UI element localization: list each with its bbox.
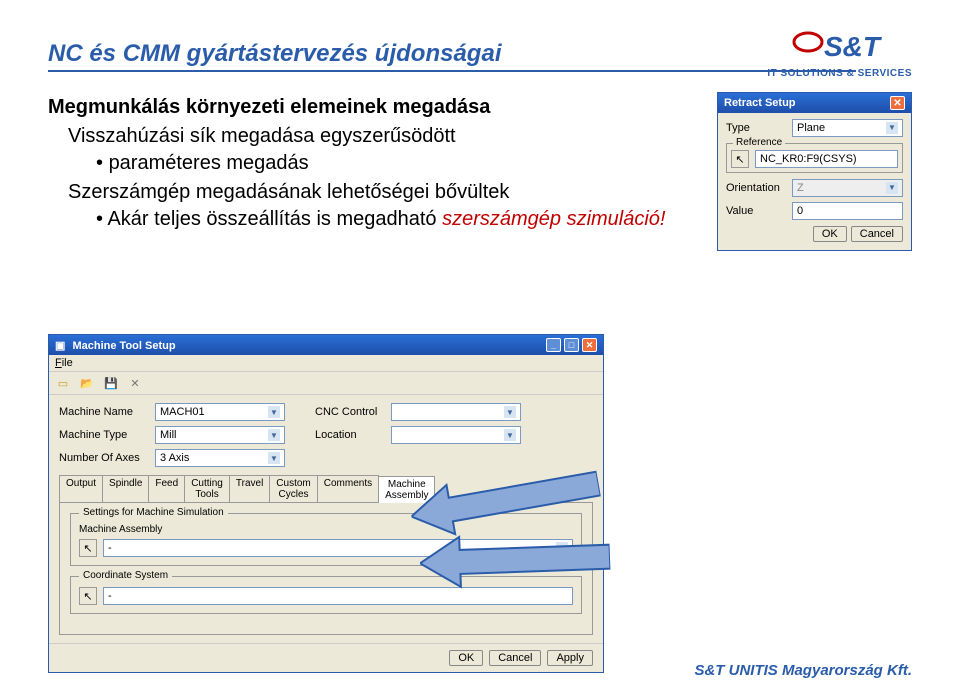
value-label: Value bbox=[726, 205, 786, 217]
reference-pick-button[interactable]: ↖ bbox=[731, 150, 749, 168]
cancel-button[interactable]: Cancel bbox=[851, 226, 903, 242]
type-label: Type bbox=[726, 122, 786, 134]
retract-setup-dialog: Retract Setup ✕ Type Plane ▼ Reference ↖… bbox=[717, 92, 912, 251]
apply-button[interactable]: Apply bbox=[547, 650, 593, 666]
ok-button[interactable]: OK bbox=[813, 226, 847, 242]
menu-bar: File bbox=[49, 355, 603, 372]
chevron-down-icon: ▼ bbox=[886, 182, 898, 194]
machine-assembly-value: - bbox=[108, 542, 112, 554]
mt-titlebar: ▣ Machine Tool Setup _ □ ✕ bbox=[49, 335, 603, 355]
value-value: 0 bbox=[797, 204, 803, 218]
machine-assembly-pick[interactable]: ↖ bbox=[79, 539, 97, 557]
close-button[interactable]: ✕ bbox=[582, 338, 597, 352]
retract-title: Retract Setup bbox=[724, 97, 796, 109]
close-button[interactable]: ✕ bbox=[890, 96, 905, 110]
tab-travel[interactable]: Travel bbox=[229, 475, 270, 502]
delete-icon[interactable]: ✕ bbox=[127, 375, 143, 391]
machine-type-field[interactable]: Mill ▼ bbox=[155, 426, 285, 444]
simulation-settings-label: Settings for Machine Simulation bbox=[79, 507, 228, 518]
type-dropdown[interactable]: Plane ▼ bbox=[792, 119, 903, 137]
orientation-dropdown[interactable]: Z ▼ bbox=[792, 179, 903, 197]
bullet-1-text: paraméteres megadás bbox=[109, 152, 309, 174]
mt-app-icon: ▣ bbox=[55, 340, 65, 352]
toolbar: ▭ 📂 💾 ✕ bbox=[49, 372, 603, 395]
axes-label: Number Of Axes bbox=[59, 452, 149, 464]
value-input[interactable]: 0 bbox=[792, 202, 903, 220]
bullet-2b: szerszámgép szimuláció! bbox=[442, 208, 665, 230]
header-rule bbox=[48, 70, 856, 72]
maximize-button[interactable]: □ bbox=[564, 338, 579, 352]
cancel-button[interactable]: Cancel bbox=[489, 650, 541, 666]
orientation-value: Z bbox=[797, 181, 804, 195]
page-title: NC és CMM gyártástervezés újdonságai bbox=[48, 40, 501, 68]
reference-value: NC_KR0:F9(CSYS) bbox=[760, 152, 857, 166]
chevron-down-icon: ▼ bbox=[504, 406, 516, 418]
coordinate-system-label: Coordinate System bbox=[79, 570, 172, 581]
minimize-button[interactable]: _ bbox=[546, 338, 561, 352]
tab-output[interactable]: Output bbox=[59, 475, 103, 502]
retract-titlebar: Retract Setup ✕ bbox=[718, 93, 911, 113]
save-icon[interactable]: 💾 bbox=[103, 375, 119, 391]
menu-file[interactable]: File bbox=[55, 357, 73, 369]
tab-custom-cycles[interactable]: Custom Cycles bbox=[269, 475, 317, 502]
cnc-control-field[interactable]: ▼ bbox=[391, 403, 521, 421]
machine-name-field[interactable]: MACH01 ▼ bbox=[155, 403, 285, 421]
tab-cutting-tools[interactable]: Cutting Tools bbox=[184, 475, 230, 502]
reference-field[interactable]: NC_KR0:F9(CSYS) bbox=[755, 150, 898, 168]
orientation-label: Orientation bbox=[726, 182, 786, 194]
location-label: Location bbox=[315, 429, 385, 441]
bullet-2a: Akár teljes összeállítás is megadható bbox=[107, 208, 442, 230]
footer: S&T UNITIS Magyarország Kft. bbox=[694, 662, 912, 679]
axes-field[interactable]: 3 Axis ▼ bbox=[155, 449, 285, 467]
machine-type-label: Machine Type bbox=[59, 429, 149, 441]
reference-group-label: Reference bbox=[733, 137, 785, 148]
csys-pick[interactable]: ↖ bbox=[79, 587, 97, 605]
axes-value: 3 Axis bbox=[160, 452, 189, 464]
new-icon[interactable]: ▭ bbox=[55, 375, 71, 391]
chevron-down-icon: ▼ bbox=[268, 406, 280, 418]
tab-feed[interactable]: Feed bbox=[148, 475, 185, 502]
tab-comments[interactable]: Comments bbox=[317, 475, 379, 502]
chevron-down-icon: ▼ bbox=[886, 122, 898, 134]
location-field[interactable]: ▼ bbox=[391, 426, 521, 444]
chevron-down-icon: ▼ bbox=[504, 429, 516, 441]
machine-type-value: Mill bbox=[160, 429, 177, 441]
ok-button[interactable]: OK bbox=[449, 650, 483, 666]
csys-value: - bbox=[108, 590, 112, 602]
machine-name-value: MACH01 bbox=[160, 406, 205, 418]
open-icon[interactable]: 📂 bbox=[79, 375, 95, 391]
mt-title: Machine Tool Setup bbox=[72, 340, 175, 352]
tab-spindle[interactable]: Spindle bbox=[102, 475, 149, 502]
type-value: Plane bbox=[797, 121, 825, 135]
snt-logo-icon: S&T bbox=[790, 28, 890, 66]
chevron-down-icon: ▼ bbox=[268, 429, 280, 441]
cnc-control-label: CNC Control bbox=[315, 406, 385, 418]
machine-name-label: Machine Name bbox=[59, 406, 149, 418]
chevron-down-icon: ▼ bbox=[268, 452, 280, 464]
svg-text:S&T: S&T bbox=[824, 31, 883, 62]
callout-arrow-2 bbox=[419, 527, 611, 594]
